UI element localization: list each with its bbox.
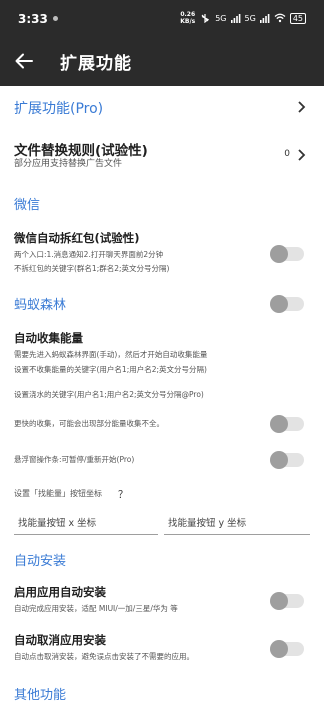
enable-auto-install-toggle[interactable] bbox=[270, 592, 304, 610]
file-replace-subtitle: 部分应用支持替换广告文件 bbox=[14, 159, 123, 169]
status-bar: 3:33 0.26 KB/s 5G 5G 45 bbox=[0, 0, 324, 36]
ext-pro-row[interactable]: 扩展功能(Pro) bbox=[0, 86, 324, 128]
float-window-toggle[interactable] bbox=[270, 451, 304, 469]
water-keyword-label: 设置浇水的关键字(用户名1;用户名2;英文分号分隔@Pro) bbox=[14, 390, 204, 399]
signal-label-1: 5G bbox=[215, 13, 227, 23]
enable-auto-install-desc: 自动完成应用安装，适配 MIUI/一加/三星/华为 等 bbox=[14, 604, 178, 613]
auto-collect-title: 自动收集能量 bbox=[14, 331, 83, 345]
chevron-right-icon bbox=[298, 101, 306, 113]
chevron-right-icon bbox=[298, 149, 306, 161]
arrow-left-icon bbox=[15, 53, 33, 69]
page-title: 扩展功能 bbox=[60, 54, 132, 74]
wechat-redpacket-title: 微信自动拆红包(试验性) bbox=[14, 231, 140, 245]
net-speed: 0.26 KB/s bbox=[180, 11, 196, 25]
help-icon[interactable]: ？ bbox=[118, 486, 128, 501]
status-time: 3:33 bbox=[18, 12, 48, 26]
faster-collect-row[interactable]: 更快的收集，可能会出现部分能量收集不全。 bbox=[0, 410, 324, 438]
section-auto-install: 自动安装 bbox=[14, 554, 67, 569]
file-replace-title: 文件替换规则(试验性) bbox=[14, 143, 148, 159]
battery-icon: 45 bbox=[289, 12, 306, 24]
back-button[interactable] bbox=[10, 48, 38, 74]
signal-label-2: 5G bbox=[244, 13, 256, 23]
enable-auto-install-title: 启用应用自动安装 bbox=[14, 585, 106, 599]
wechat-redpacket-toggle[interactable] bbox=[270, 245, 304, 263]
section-wechat: 微信 bbox=[14, 198, 41, 213]
app-bar: 扩展功能 bbox=[0, 36, 324, 86]
signal-icon-1 bbox=[230, 13, 240, 23]
float-window-label: 悬浮窗操作条:可暂停/重新开始(Pro) bbox=[14, 455, 135, 464]
antforest-row[interactable]: 蚂蚁森林 bbox=[0, 286, 324, 320]
notification-dot-icon bbox=[53, 16, 58, 21]
auto-cancel-install-toggle[interactable] bbox=[270, 640, 304, 658]
section-other: 其他功能 bbox=[14, 688, 67, 703]
auto-cancel-install-row[interactable]: 自动取消应用安装 自动点击取消安装，避免误点击安装了不需要的应用。 bbox=[0, 628, 324, 668]
ext-pro-label: 扩展功能(Pro) bbox=[14, 101, 104, 117]
find-energy-y-input[interactable] bbox=[164, 517, 310, 535]
find-energy-x-input[interactable] bbox=[14, 517, 158, 535]
auto-collect-row[interactable]: 自动收集能量 需要先进入蚂蚁森林界面(手动)，然后才开始自动收集能量 设置不收集… bbox=[0, 322, 324, 384]
status-icons: 0.26 KB/s 5G 5G 45 bbox=[180, 11, 306, 25]
auto-cancel-install-title: 自动取消应用安装 bbox=[14, 633, 106, 647]
wechat-redpacket-row[interactable]: 微信自动拆红包(试验性) 两个入口:1.消息通知2.打开聊天界面前2分钟 不拆红… bbox=[0, 222, 324, 282]
bluetooth-off-icon bbox=[201, 14, 210, 23]
no-collect-keywords[interactable]: 设置不收集能量的关键字(用户名1;用户名2;英文分号分隔) bbox=[14, 364, 207, 376]
wifi-icon bbox=[274, 13, 286, 23]
auto-cancel-install-desc: 自动点击取消安装，避免误点击安装了不需要的应用。 bbox=[14, 652, 194, 661]
enable-auto-install-row[interactable]: 启用应用自动安装 自动完成应用安装，适配 MIUI/一加/三星/华为 等 bbox=[0, 580, 324, 620]
file-replace-count: 0 bbox=[284, 149, 290, 159]
signal-icon-2 bbox=[259, 13, 270, 23]
wechat-redpacket-keywords[interactable]: 不拆红包的关键字(群名1;群名2;英文分号分隔) bbox=[14, 263, 169, 275]
file-replace-row[interactable]: 文件替换规则(试验性) 部分应用支持替换广告文件 0 bbox=[0, 132, 324, 182]
faster-collect-toggle[interactable] bbox=[270, 415, 304, 433]
section-antforest: 蚂蚁森林 bbox=[14, 298, 67, 313]
water-keyword-row[interactable]: 设置浇水的关键字(用户名1;用户名2;英文分号分隔@Pro) bbox=[0, 384, 324, 408]
antforest-toggle[interactable] bbox=[270, 295, 304, 313]
find-energy-label: 设置「找能量」按钮坐标 bbox=[14, 489, 102, 498]
auto-collect-desc: 需要先进入蚂蚁森林界面(手动)，然后才开始自动收集能量 bbox=[14, 350, 208, 359]
find-energy-row: 设置「找能量」按钮坐标 ？ bbox=[0, 484, 324, 506]
faster-collect-label: 更快的收集，可能会出现部分能量收集不全。 bbox=[14, 419, 164, 428]
float-window-row[interactable]: 悬浮窗操作条:可暂停/重新开始(Pro) bbox=[0, 446, 324, 474]
wechat-redpacket-desc: 两个入口:1.消息通知2.打开聊天界面前2分钟 bbox=[14, 250, 164, 259]
